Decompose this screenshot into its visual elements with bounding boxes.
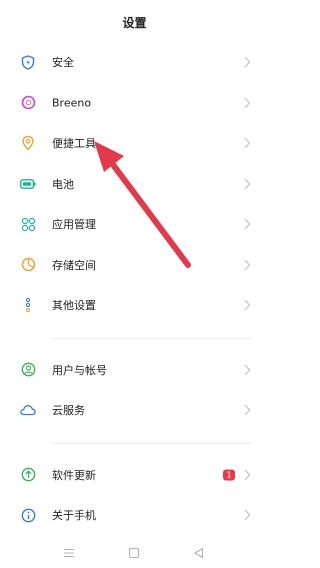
divider	[52, 337, 251, 339]
settings-item-label: 云服务	[52, 404, 85, 418]
settings-item-label: 便捷工具	[52, 137, 96, 151]
settings-item-convenient-tools[interactable]: 便捷工具	[0, 123, 269, 164]
settings-item-battery[interactable]: 电池	[0, 164, 269, 205]
settings-item-label: 存储空间	[52, 258, 96, 272]
user-account-icon	[20, 362, 36, 378]
update-count-badge: 1	[223, 469, 235, 481]
chevron-right-icon	[244, 218, 251, 230]
battery-icon	[20, 176, 36, 192]
chevron-right-icon	[244, 404, 251, 416]
software-update-icon	[20, 467, 36, 483]
settings-item-label: 安全	[52, 56, 74, 70]
settings-item-label: 用户与帐号	[52, 363, 107, 377]
settings-item-breeno[interactable]: Breeno	[0, 83, 269, 124]
chevron-right-icon	[244, 469, 251, 481]
settings-item-label: 应用管理	[52, 218, 96, 232]
more-settings-icon	[20, 297, 36, 313]
about-phone-icon	[20, 507, 36, 523]
chevron-right-icon	[244, 137, 251, 149]
breeno-icon	[20, 95, 36, 111]
section-gap	[0, 431, 269, 455]
settings-item-label: 电池	[52, 177, 74, 191]
settings-item-user-account[interactable]: 用户与帐号	[0, 350, 269, 391]
chevron-right-icon	[244, 56, 251, 68]
settings-item-storage[interactable]: 存储空间	[0, 245, 269, 286]
settings-item-label: 关于手机	[52, 509, 96, 523]
storage-icon	[20, 257, 36, 273]
chevron-right-icon	[244, 364, 251, 376]
home-icon[interactable]	[127, 546, 141, 560]
section-gap	[0, 326, 269, 350]
settings-item-label: 软件更新	[52, 468, 96, 482]
chevron-right-icon	[244, 97, 251, 109]
cloud-icon	[20, 402, 36, 418]
menu-icon[interactable]	[62, 546, 76, 560]
chevron-right-icon	[244, 178, 251, 190]
chevron-right-icon	[244, 509, 251, 521]
settings-item-label: 其他设置	[52, 299, 96, 313]
settings-list: 安全 Breeno 便捷工具 电池 应用管理 存储空间 其他设置 用户与帐号 云…	[0, 42, 269, 536]
shield-icon	[20, 54, 36, 70]
chevron-right-icon	[244, 299, 251, 311]
settings-item-app-management[interactable]: 应用管理	[0, 204, 269, 245]
settings-item-more-settings[interactable]: 其他设置	[0, 285, 269, 326]
settings-item-label: Breeno	[52, 96, 92, 110]
page-title: 设置	[122, 16, 147, 30]
settings-item-security[interactable]: 安全	[0, 42, 269, 83]
settings-item-software-update[interactable]: 软件更新 1	[0, 455, 269, 496]
chevron-right-icon	[244, 259, 251, 271]
settings-item-about-phone[interactable]: 关于手机	[0, 495, 269, 536]
convenient-tools-icon	[20, 135, 36, 151]
divider	[52, 442, 251, 444]
navigation-bar	[0, 538, 269, 568]
settings-item-cloud[interactable]: 云服务	[0, 390, 269, 431]
back-icon[interactable]	[192, 546, 206, 560]
app-management-icon	[20, 216, 36, 232]
